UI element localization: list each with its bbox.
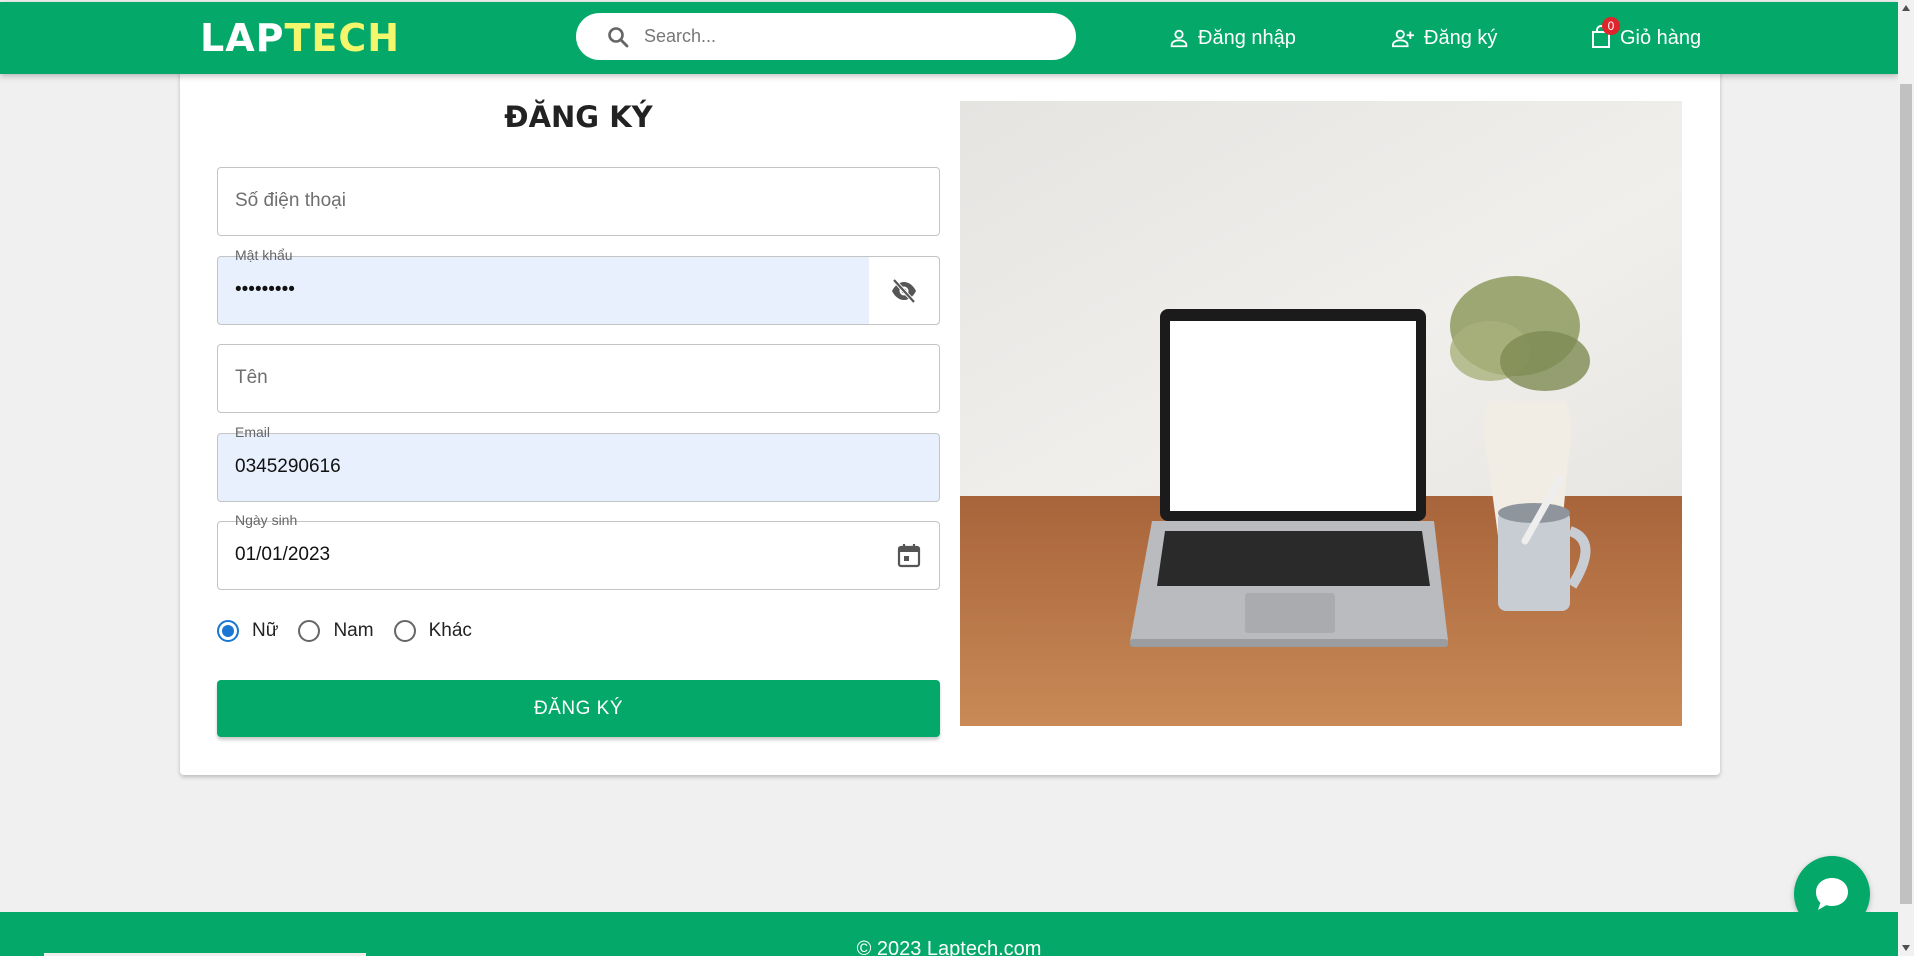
logo-text-lap: LAP xyxy=(200,16,285,60)
password-toggle-button[interactable] xyxy=(869,257,939,324)
register-submit-button[interactable]: ĐĂNG KÝ xyxy=(217,680,940,737)
phone-field[interactable]: Số điện thoại xyxy=(217,167,940,236)
cart-count-badge: 0 xyxy=(1602,17,1620,35)
laptop-desk-illustration xyxy=(960,101,1682,726)
password-label: Mật khẩu xyxy=(230,247,298,263)
eye-off-icon xyxy=(892,278,916,303)
email-label: Email xyxy=(230,424,276,440)
cart-label: Giỏ hàng xyxy=(1620,26,1702,49)
scroll-down-arrow[interactable] xyxy=(1898,940,1914,956)
gender-option-female[interactable]: Nữ xyxy=(217,620,278,642)
form-title: ĐĂNG KÝ xyxy=(504,100,653,134)
person-add-icon xyxy=(1392,29,1414,48)
login-link[interactable]: Đăng nhập xyxy=(1168,22,1296,54)
logo-text-tech: TECH xyxy=(284,16,401,60)
password-field[interactable]: Mật khẩu ••••••••• xyxy=(217,247,940,325)
register-link[interactable]: Đăng ký xyxy=(1390,22,1497,54)
scroll-up-arrow[interactable] xyxy=(1898,0,1914,16)
cart-icon-wrap: 0 xyxy=(1590,17,1620,51)
gender-option-male[interactable]: Nam xyxy=(298,620,374,642)
top-navbar: LAPTECH Đăng nhập Đăng ký xyxy=(0,2,1898,74)
gender-label-male: Nam xyxy=(333,620,374,641)
register-label: Đăng ký xyxy=(1424,26,1498,49)
laptop-desk-photo xyxy=(960,101,1682,726)
chat-bubble-icon xyxy=(1816,878,1848,910)
birthdate-label: Ngày sinh xyxy=(230,512,303,528)
calendar-icon xyxy=(897,544,921,568)
scrollbar-thumb[interactable] xyxy=(1900,84,1912,904)
phone-placeholder: Số điện thoại xyxy=(235,190,346,211)
date-picker-button[interactable] xyxy=(897,542,921,573)
page: LAPTECH Đăng nhập Đăng ký xyxy=(0,0,1898,956)
caret-down-icon xyxy=(1902,945,1910,951)
email-field[interactable]: Email 0345290616 xyxy=(217,424,940,502)
birthdate-field[interactable]: Ngày sinh 01/01/2023 xyxy=(217,512,940,590)
search-input[interactable] xyxy=(644,26,1044,47)
site-logo[interactable]: LAPTECH xyxy=(200,16,400,60)
gender-option-other[interactable]: Khác xyxy=(393,620,472,642)
password-value: ••••••••• xyxy=(235,279,295,300)
name-field[interactable]: Tên xyxy=(217,344,940,413)
name-placeholder: Tên xyxy=(235,367,268,388)
gender-radio-group: Nữ Nam Khác xyxy=(217,620,492,642)
birthdate-value: 01/01/2023 xyxy=(235,544,331,565)
radio-female[interactable] xyxy=(217,620,239,642)
person-icon xyxy=(1170,29,1188,48)
email-value: 0345290616 xyxy=(235,456,341,477)
caret-up-icon xyxy=(1902,5,1910,11)
gender-label-other: Khác xyxy=(428,620,472,641)
radio-other[interactable] xyxy=(393,620,416,642)
radio-male[interactable] xyxy=(298,620,321,642)
vertical-scrollbar[interactable] xyxy=(1898,0,1914,956)
cart-link[interactable]: 0 Giỏ hàng xyxy=(1590,17,1702,54)
search-bar xyxy=(576,13,1076,60)
site-footer: © 2023 Laptech.com xyxy=(0,912,1898,956)
search-icon[interactable] xyxy=(606,25,630,49)
login-label: Đăng nhập xyxy=(1198,26,1296,49)
gender-label-female: Nữ xyxy=(252,620,279,641)
